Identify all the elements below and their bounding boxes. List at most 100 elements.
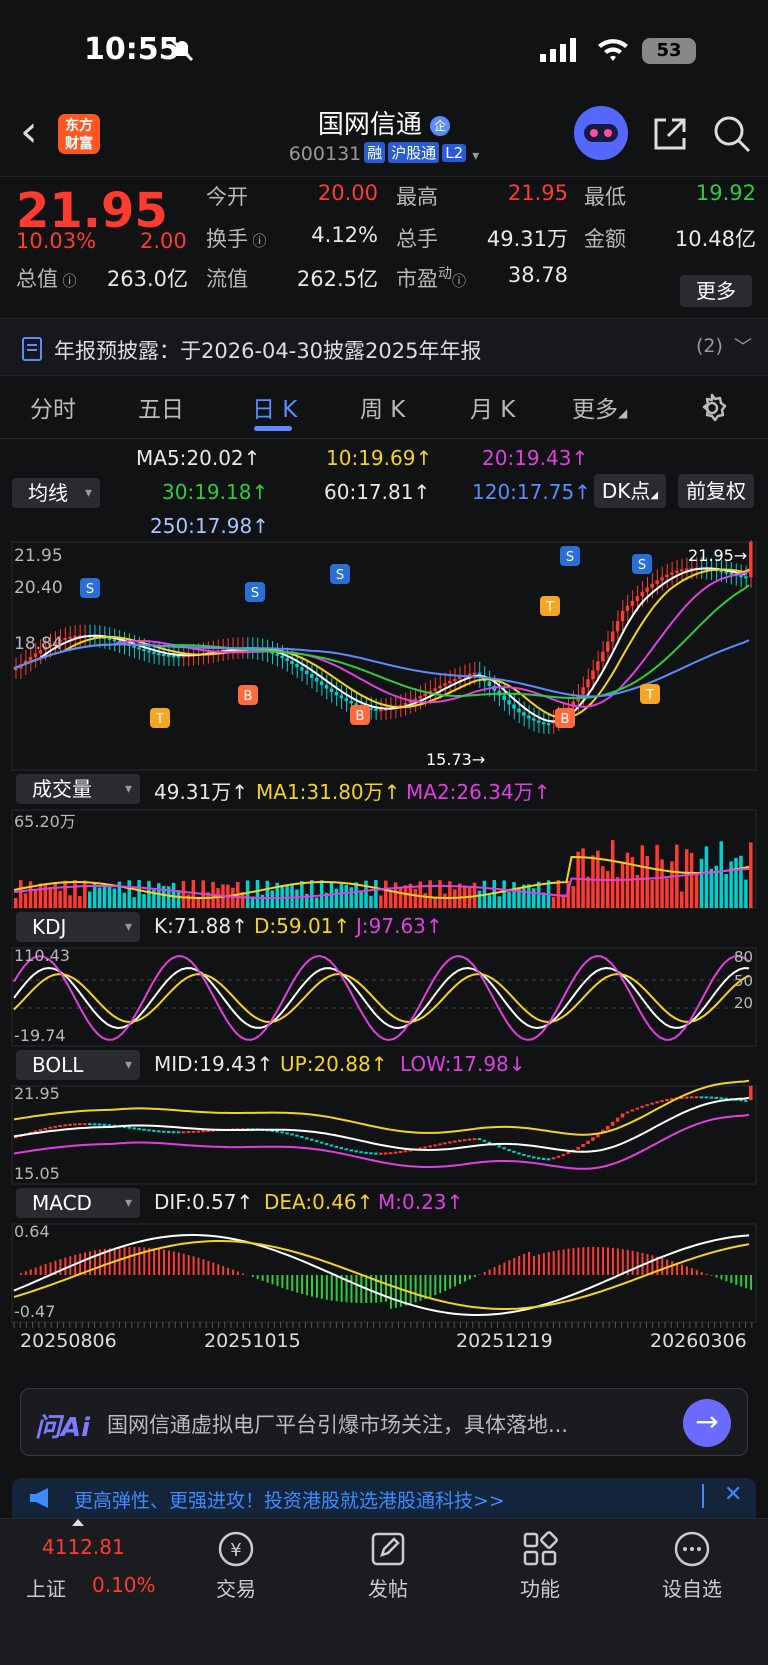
volume-selector[interactable]: 成交量: [16, 774, 140, 804]
volume-bar: [610, 840, 615, 908]
status-time: 10:55: [84, 32, 180, 67]
watchlist-more-icon[interactable]: [672, 1529, 712, 1569]
ma-selector[interactable]: 均线: [12, 478, 100, 508]
boll-candle: [162, 1130, 166, 1133]
candle-body: [329, 688, 334, 693]
candle-body: [63, 638, 67, 641]
promo-banner[interactable]: 更高弹性、更强进攻！投资港股就选港股通科技>> ✕: [12, 1478, 756, 1518]
turnover-value: 4.12%: [311, 223, 378, 247]
more-quote-button[interactable]: 更多: [680, 275, 752, 307]
function-grid-icon[interactable]: [520, 1529, 560, 1569]
nav-watchlist[interactable]: 设自选: [642, 1573, 742, 1602]
volume-bar: [724, 874, 728, 908]
volume-bar: [650, 879, 654, 908]
boll-candle: [295, 1134, 299, 1137]
tab-intraday[interactable]: 分时: [30, 390, 76, 424]
volume-bar: [23, 893, 28, 908]
macd-dea: DEA:0.46↑: [264, 1190, 374, 1214]
index-value[interactable]: 4112.81: [42, 1535, 125, 1559]
candle-body: [171, 655, 176, 658]
ai-robot-icon[interactable]: [574, 106, 628, 160]
volume-bar: [147, 881, 151, 908]
boll-candle: [285, 1132, 289, 1135]
volume-bar: [507, 891, 511, 908]
candle-body: [601, 651, 605, 662]
boll-candle: [349, 1149, 353, 1152]
tab-five-day[interactable]: 五日: [138, 390, 184, 424]
boll-candle: [186, 1131, 191, 1134]
volume-bar: [684, 849, 689, 908]
index-name[interactable]: 上证: [26, 1573, 66, 1602]
kline-y-max: 21.95: [14, 546, 63, 566]
nav-trade[interactable]: 交易: [186, 1573, 286, 1602]
arrow-right-icon[interactable]: →: [683, 1399, 731, 1447]
candle-body: [433, 688, 437, 691]
macd-y-min: -0.47: [14, 1302, 56, 1321]
boll-candle: [660, 1100, 664, 1103]
tab-weekly-k[interactable]: 周 K: [360, 390, 405, 424]
boll-candle: [403, 1150, 408, 1153]
boll-candle: [290, 1133, 294, 1136]
tag-hk-connect: 沪股通: [388, 142, 440, 163]
ai-question-bar[interactable]: 问Ai 国网信通虚拟电厂平台引爆市场关注，具体落地... →: [20, 1388, 748, 1456]
ma-legend: MA5:20.02↑ 10:19.69↑ 20:19.43↑ 均线 30:19.…: [0, 440, 768, 540]
volume-bar: [344, 885, 349, 908]
boll-candle: [714, 1096, 719, 1099]
kdj-selector[interactable]: KDJ: [16, 912, 140, 942]
candle-body: [334, 692, 339, 696]
boll-candle: [68, 1123, 72, 1126]
dk-point-button[interactable]: DK点◢: [594, 474, 666, 508]
nav-function[interactable]: 功能: [490, 1573, 590, 1602]
index-percent[interactable]: 0.10%: [92, 1573, 156, 1597]
date-label: 20260306: [650, 1330, 747, 1352]
boll-candle: [423, 1146, 427, 1149]
gear-icon[interactable]: [696, 392, 728, 424]
document-icon: [22, 337, 42, 361]
macd-selector[interactable]: MACD: [16, 1188, 140, 1218]
volume-bar: [300, 881, 304, 908]
boll-candle: [38, 1129, 43, 1132]
candle-body: [680, 569, 684, 572]
share-icon[interactable]: [650, 114, 690, 154]
info-icon[interactable]: ⓘ: [58, 274, 76, 290]
candle-body: [438, 685, 442, 689]
close-icon[interactable]: ✕: [724, 1482, 742, 1507]
chart-panel-frame: [11, 541, 757, 771]
boll-selector[interactable]: BOLL: [16, 1050, 140, 1080]
tab-monthly-k[interactable]: 月 K: [470, 390, 515, 424]
boll-candle: [635, 1107, 640, 1110]
tab-more[interactable]: 更多◢: [572, 390, 627, 424]
search-icon[interactable]: [712, 114, 752, 154]
boll-candle: [704, 1096, 709, 1099]
adjust-button[interactable]: 前复权: [678, 474, 754, 508]
boll-candle: [166, 1131, 171, 1134]
tab-daily-k[interactable]: 日 K: [252, 390, 297, 424]
volume-bar: [487, 895, 492, 908]
mcap-value: 263.0亿: [106, 267, 188, 291]
boll-candle: [92, 1123, 97, 1126]
volume-bar: [176, 890, 181, 908]
tag-margin: 融: [364, 142, 386, 163]
volume-bar: [33, 889, 38, 908]
boll-candle: [462, 1139, 467, 1142]
candle-body: [660, 577, 664, 581]
trade-yen-icon[interactable]: ¥: [216, 1529, 256, 1569]
volume-bar: [102, 884, 107, 908]
boll-candle: [393, 1151, 398, 1154]
date-label: 20251015: [204, 1330, 301, 1352]
notice-bar[interactable]: 年报预披露：于2026-04-30披露2025年年报 (2) ﹀: [0, 318, 768, 376]
amount-value: 10.48亿: [674, 227, 756, 251]
trade-marker-label: S: [566, 550, 574, 565]
info-icon[interactable]: ⓘ: [248, 234, 266, 250]
change-amount: 2.00: [140, 229, 187, 253]
nav-post[interactable]: 发帖: [338, 1573, 438, 1602]
info-icon[interactable]: ⓘ: [452, 274, 466, 290]
post-edit-icon[interactable]: [368, 1529, 408, 1569]
chart-panel-frame: [11, 1085, 757, 1185]
boll-candle: [63, 1124, 67, 1127]
candle-body: [379, 709, 383, 712]
candle-body: [581, 687, 585, 695]
macd-y-max: 0.64: [14, 1222, 50, 1241]
boll-candle: [137, 1128, 141, 1131]
boll-candle: [334, 1145, 339, 1148]
